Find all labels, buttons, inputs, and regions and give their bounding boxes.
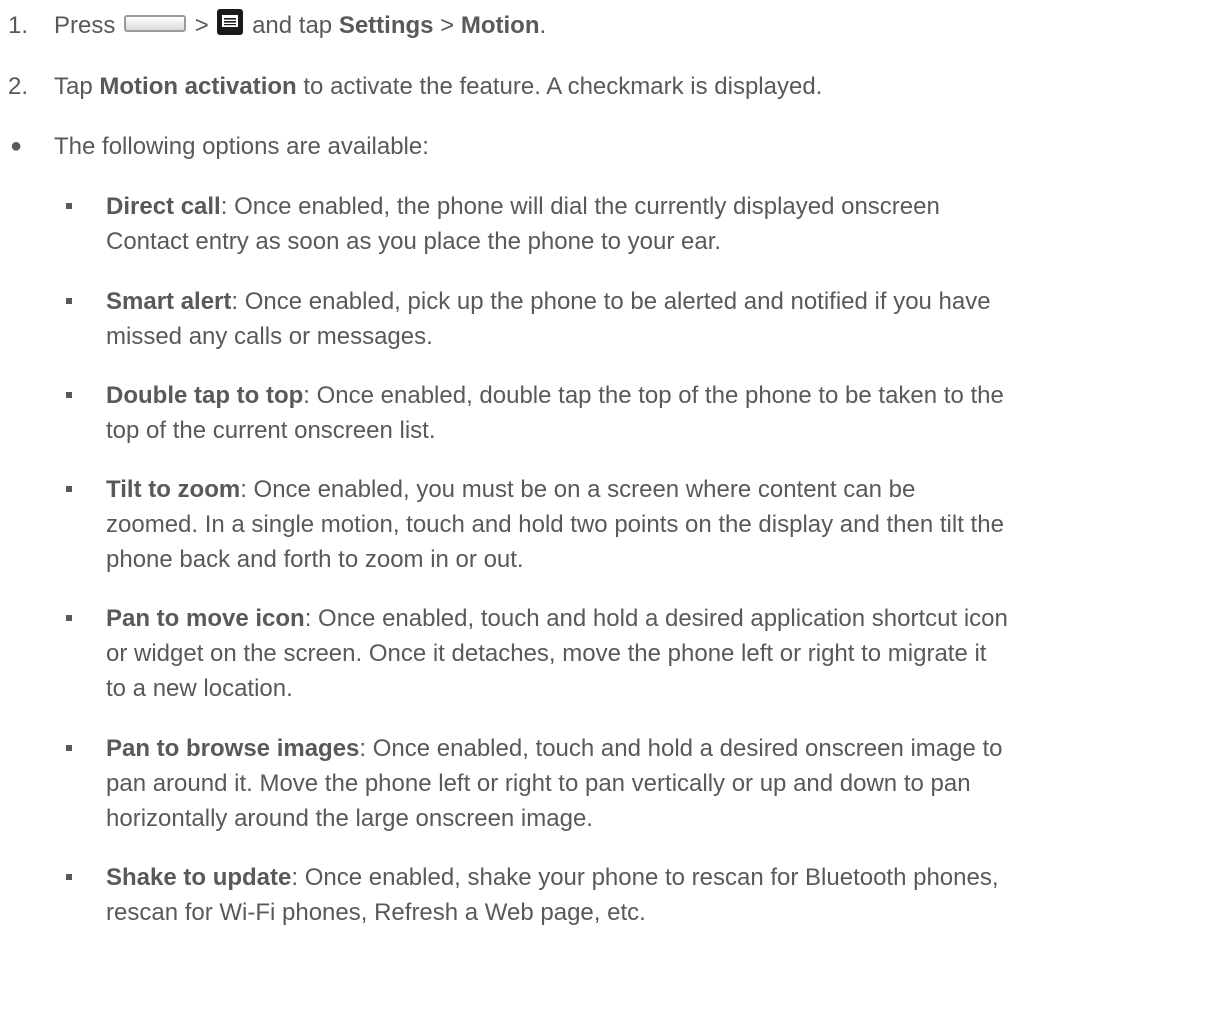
option-text: Tilt to zoom: Once enabled, you must be …	[106, 472, 1211, 577]
option-desc-line: Contact entry as soon as you place the p…	[106, 228, 722, 255]
option-desc-line: : Once enabled, shake your phone to resc…	[291, 864, 999, 891]
option-desc-line: : Once enabled, the phone will dial the …	[220, 193, 940, 220]
option-term: Smart alert	[106, 288, 232, 315]
square-bullet-icon	[66, 874, 72, 880]
option-text: Shake to update: Once enabled, shake you…	[106, 860, 1211, 930]
step-number: 2.	[8, 73, 29, 100]
option-text: Direct call: Once enabled, the phone wil…	[106, 189, 1211, 259]
motion-label: Motion	[460, 12, 540, 39]
option-text: Double tap to top: Once enabled, double …	[106, 378, 1211, 448]
step-text-mid: and tap	[252, 12, 333, 39]
settings-label: Settings	[338, 12, 434, 39]
menu-key-icon	[217, 8, 244, 35]
option-desc-line: or widget on the screen. Once it detache…	[106, 640, 987, 667]
step-text: Tap Motion activation to activate the fe…	[54, 69, 822, 104]
option-desc-line: horizontally around the large onscreen i…	[106, 805, 593, 832]
step-text-pre: Tap	[54, 73, 93, 100]
option-term: Double tap to top	[106, 382, 304, 409]
option-text: Pan to move icon: Once enabled, touch an…	[106, 601, 1211, 706]
square-bullet-icon	[66, 298, 72, 304]
option-term: Pan to move icon	[106, 605, 305, 632]
square-bullet-icon	[66, 203, 72, 209]
option-desc-line: pan around it. Move the phone left or ri…	[106, 770, 971, 797]
option-desc-line: top of the current onscreen list.	[106, 417, 436, 444]
step-number: 1.	[8, 12, 29, 39]
square-bullet-icon	[66, 486, 72, 492]
square-bullet-icon	[66, 615, 72, 621]
option-desc-line: : Once enabled, touch and hold a desired…	[359, 735, 1003, 762]
step-text-pre: Press	[54, 12, 116, 39]
option-term: Tilt to zoom	[106, 476, 241, 503]
square-bullet-icon	[66, 392, 72, 398]
step-text-end: .	[539, 12, 547, 39]
instructions-page: 1. Press > and tap Settings > Motion. 2.…	[0, 0, 1219, 1031]
option-desc-line: to a new location.	[106, 675, 293, 702]
option-text: Smart alert: Once enabled, pick up the p…	[106, 284, 1211, 354]
option-desc-line: : Once enabled, pick up the phone to be …	[231, 288, 991, 315]
option-desc-line: rescan for Wi-Fi phones, Refresh a Web p…	[106, 899, 646, 926]
step-text: Press > and tap Settings > Motion.	[54, 8, 546, 43]
motion-activation-label: Motion activation	[99, 73, 297, 100]
option-term: Shake to update	[106, 864, 292, 891]
home-key-icon	[124, 15, 187, 33]
step-separator: >	[440, 12, 455, 39]
step-separator: >	[194, 12, 209, 39]
option-desc-line: zoomed. In a single motion, touch and ho…	[106, 511, 1004, 538]
option-term: Pan to browse images	[106, 735, 360, 762]
option-desc-line: phone back and forth to zoom in or out.	[106, 546, 524, 573]
option-desc-line: : Once enabled, you must be on a screen …	[240, 476, 916, 503]
bullet-dot-icon: ●	[10, 135, 23, 157]
option-desc-line: missed any calls or messages.	[106, 323, 433, 350]
option-term: Direct call	[106, 193, 221, 220]
step-text-post: to activate the feature. A checkmark is …	[303, 73, 823, 100]
option-text: Pan to browse images: Once enabled, touc…	[106, 731, 1211, 836]
option-desc-line: : Once enabled, touch and hold a desired…	[304, 605, 1008, 632]
options-intro-text: The following options are available:	[54, 133, 429, 160]
square-bullet-icon	[66, 745, 72, 751]
option-desc-line: : Once enabled, double tap the top of th…	[303, 382, 1004, 409]
